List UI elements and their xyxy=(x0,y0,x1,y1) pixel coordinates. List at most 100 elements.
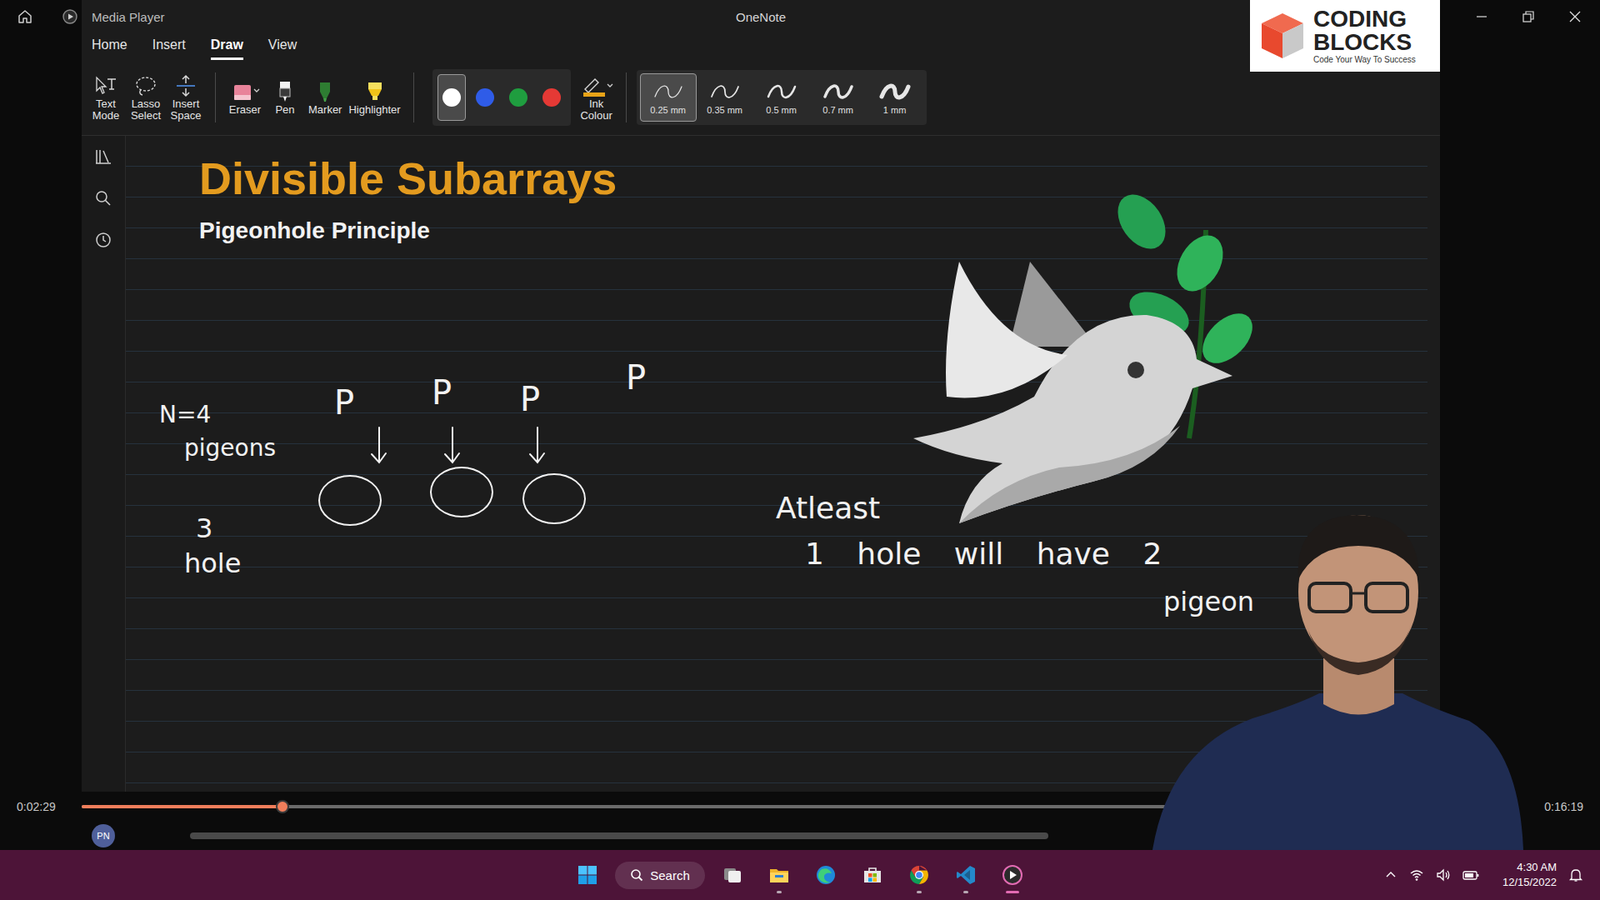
restore-icon[interactable] xyxy=(1521,10,1535,24)
stroke-sample-icon xyxy=(763,80,800,104)
tool-icon-wrap xyxy=(580,73,614,99)
ribbon-tool[interactable]: Eraser xyxy=(225,79,265,116)
pen-color-swatch[interactable] xyxy=(470,74,500,121)
start-button[interactable] xyxy=(568,855,607,895)
system-tray: 4:30 AM12/15/2022 xyxy=(1031,860,1600,890)
ribbon-tool[interactable]: Pen xyxy=(265,79,305,116)
pen-width-label: 0.7 mm xyxy=(822,105,854,115)
clock-date: 12/15/2022 xyxy=(1502,875,1557,890)
taskbar-search[interactable]: Search xyxy=(615,861,705,890)
pen-width-option[interactable]: 0.35 mm xyxy=(696,73,754,122)
pen-color-swatch[interactable] xyxy=(537,74,566,121)
color-dot xyxy=(509,88,528,107)
pen-color-swatch[interactable] xyxy=(437,74,466,121)
running-indicator xyxy=(916,890,922,894)
tool-icon-wrap xyxy=(272,79,298,105)
pen-width-label: 0.35 mm xyxy=(706,105,743,115)
ribbon-tab[interactable]: Home xyxy=(91,34,128,60)
battery-icon[interactable] xyxy=(1462,867,1480,883)
taskbar-app[interactable] xyxy=(760,855,799,895)
pen-width-option[interactable]: 0.25 mm xyxy=(640,73,697,122)
taskbar-app[interactable] xyxy=(993,855,1032,895)
stroke-sample-icon xyxy=(706,80,744,104)
running-indicator xyxy=(870,890,875,894)
ink-pigeon: P xyxy=(625,357,646,398)
ink-hole xyxy=(430,466,494,518)
ink-pigeon: P xyxy=(431,372,452,413)
ribbon-tabs: Home Insert Draw View xyxy=(81,33,1440,60)
coding-blocks-logo: CODINGBLOCKSCode Your Way To Success xyxy=(1250,0,1440,72)
ink-hole xyxy=(522,473,586,525)
presenter-webcam xyxy=(1152,500,1524,850)
ribbon-tab[interactable]: Draw xyxy=(210,34,244,60)
ribbon-tool[interactable]: Highlighter xyxy=(345,79,403,116)
ink-hole-count: 3 xyxy=(195,512,213,545)
logo-line: BLOCKS xyxy=(1313,30,1416,55)
app-title: OneNote xyxy=(735,10,786,25)
logo-tagline: Code Your Way To Success xyxy=(1313,55,1416,65)
taskbar-app[interactable] xyxy=(853,855,892,895)
chevron-up-icon[interactable] xyxy=(1384,868,1398,882)
taskbar-app[interactable] xyxy=(946,855,985,895)
tool-label: Text Mode xyxy=(92,98,120,122)
volume-icon[interactable] xyxy=(1435,867,1451,883)
ink-arrow-icon xyxy=(440,425,463,466)
ribbon-tool[interactable]: Marker xyxy=(305,79,345,116)
video-frame[interactable]: Media PlayerOneNoteHomeInsertDrawViewTex… xyxy=(81,0,1440,792)
search-icon[interactable] xyxy=(94,189,113,208)
running-indicator xyxy=(963,890,969,894)
taskbar-clock[interactable]: 4:30 AM12/15/2022 xyxy=(1502,860,1557,890)
pen-width-option[interactable]: 0.7 mm xyxy=(810,73,867,122)
ribbon-toolbar: Text Mode Lasso SelectInsert Space EraserP… xyxy=(81,60,1440,136)
taskbar-app[interactable] xyxy=(713,855,752,895)
media-player-icon xyxy=(61,8,79,25)
ribbon-tab[interactable]: View xyxy=(268,34,297,60)
elapsed-time: 0:02:29 xyxy=(16,800,82,814)
ribbon-tool[interactable]: Insert Space xyxy=(166,73,205,122)
ribbon-tool[interactable]: Text Mode xyxy=(86,73,125,122)
color-dot xyxy=(442,88,461,107)
tool-label: Lasso Select xyxy=(130,98,161,122)
page-subtitle: Pigeonhole Principle xyxy=(199,217,1428,245)
task-view-icon xyxy=(721,864,744,886)
ink-hole xyxy=(318,475,382,526)
ink-arrow-icon xyxy=(367,425,390,466)
pen-color-swatch[interactable] xyxy=(504,74,533,121)
tool-label: Highlighter xyxy=(348,104,400,116)
wifi-icon[interactable] xyxy=(1409,867,1425,883)
media-player-screen: Media PlayerOneNoteHomeInsertDrawViewTex… xyxy=(0,0,1600,900)
ink-conclusion: Atleast xyxy=(775,490,880,526)
ink-colour-button[interactable]: Ink Colour xyxy=(577,73,616,122)
navigation-strip xyxy=(81,135,126,792)
edge-browser-icon xyxy=(815,864,837,886)
insert-space-icon xyxy=(173,74,199,98)
toolbar-separator xyxy=(625,72,627,123)
taskbar-app[interactable] xyxy=(806,855,845,895)
stroke-sample-icon xyxy=(876,80,914,104)
seek-thumb[interactable] xyxy=(275,800,290,814)
running-indicator xyxy=(776,890,782,894)
running-indicator xyxy=(823,890,829,894)
home-icon[interactable] xyxy=(16,8,34,25)
page-title: Divisible Subarrays xyxy=(199,152,1428,205)
vscode-icon xyxy=(955,864,977,886)
notification-bell-icon[interactable] xyxy=(1568,867,1584,883)
close-icon[interactable] xyxy=(1568,10,1582,24)
tool-icon-wrap xyxy=(362,79,388,105)
ink-hole-label: hole xyxy=(184,547,241,580)
account-avatar[interactable]: PN xyxy=(91,824,115,848)
taskbar-app[interactable] xyxy=(900,855,939,895)
ribbon-tool[interactable]: Lasso Select xyxy=(126,73,165,122)
windows-logo-icon xyxy=(577,865,598,885)
ribbon-tab[interactable]: Insert xyxy=(152,34,186,60)
text-mode-icon xyxy=(93,74,119,98)
note-canvas[interactable]: Divisible SubarraysPigeonhole PrincipleN… xyxy=(125,135,1428,792)
cube-logo-icon xyxy=(1256,10,1309,62)
pen-width-option[interactable]: 0.5 mm xyxy=(753,73,810,122)
horizontal-scrollbar[interactable] xyxy=(190,832,1049,840)
pen-width-option[interactable]: 1 mm xyxy=(866,73,924,122)
notebooks-icon[interactable] xyxy=(94,147,113,166)
recent-clock-icon[interactable] xyxy=(94,230,113,250)
minimize-icon[interactable] xyxy=(1475,10,1489,24)
ink-arrow-icon xyxy=(525,425,548,466)
